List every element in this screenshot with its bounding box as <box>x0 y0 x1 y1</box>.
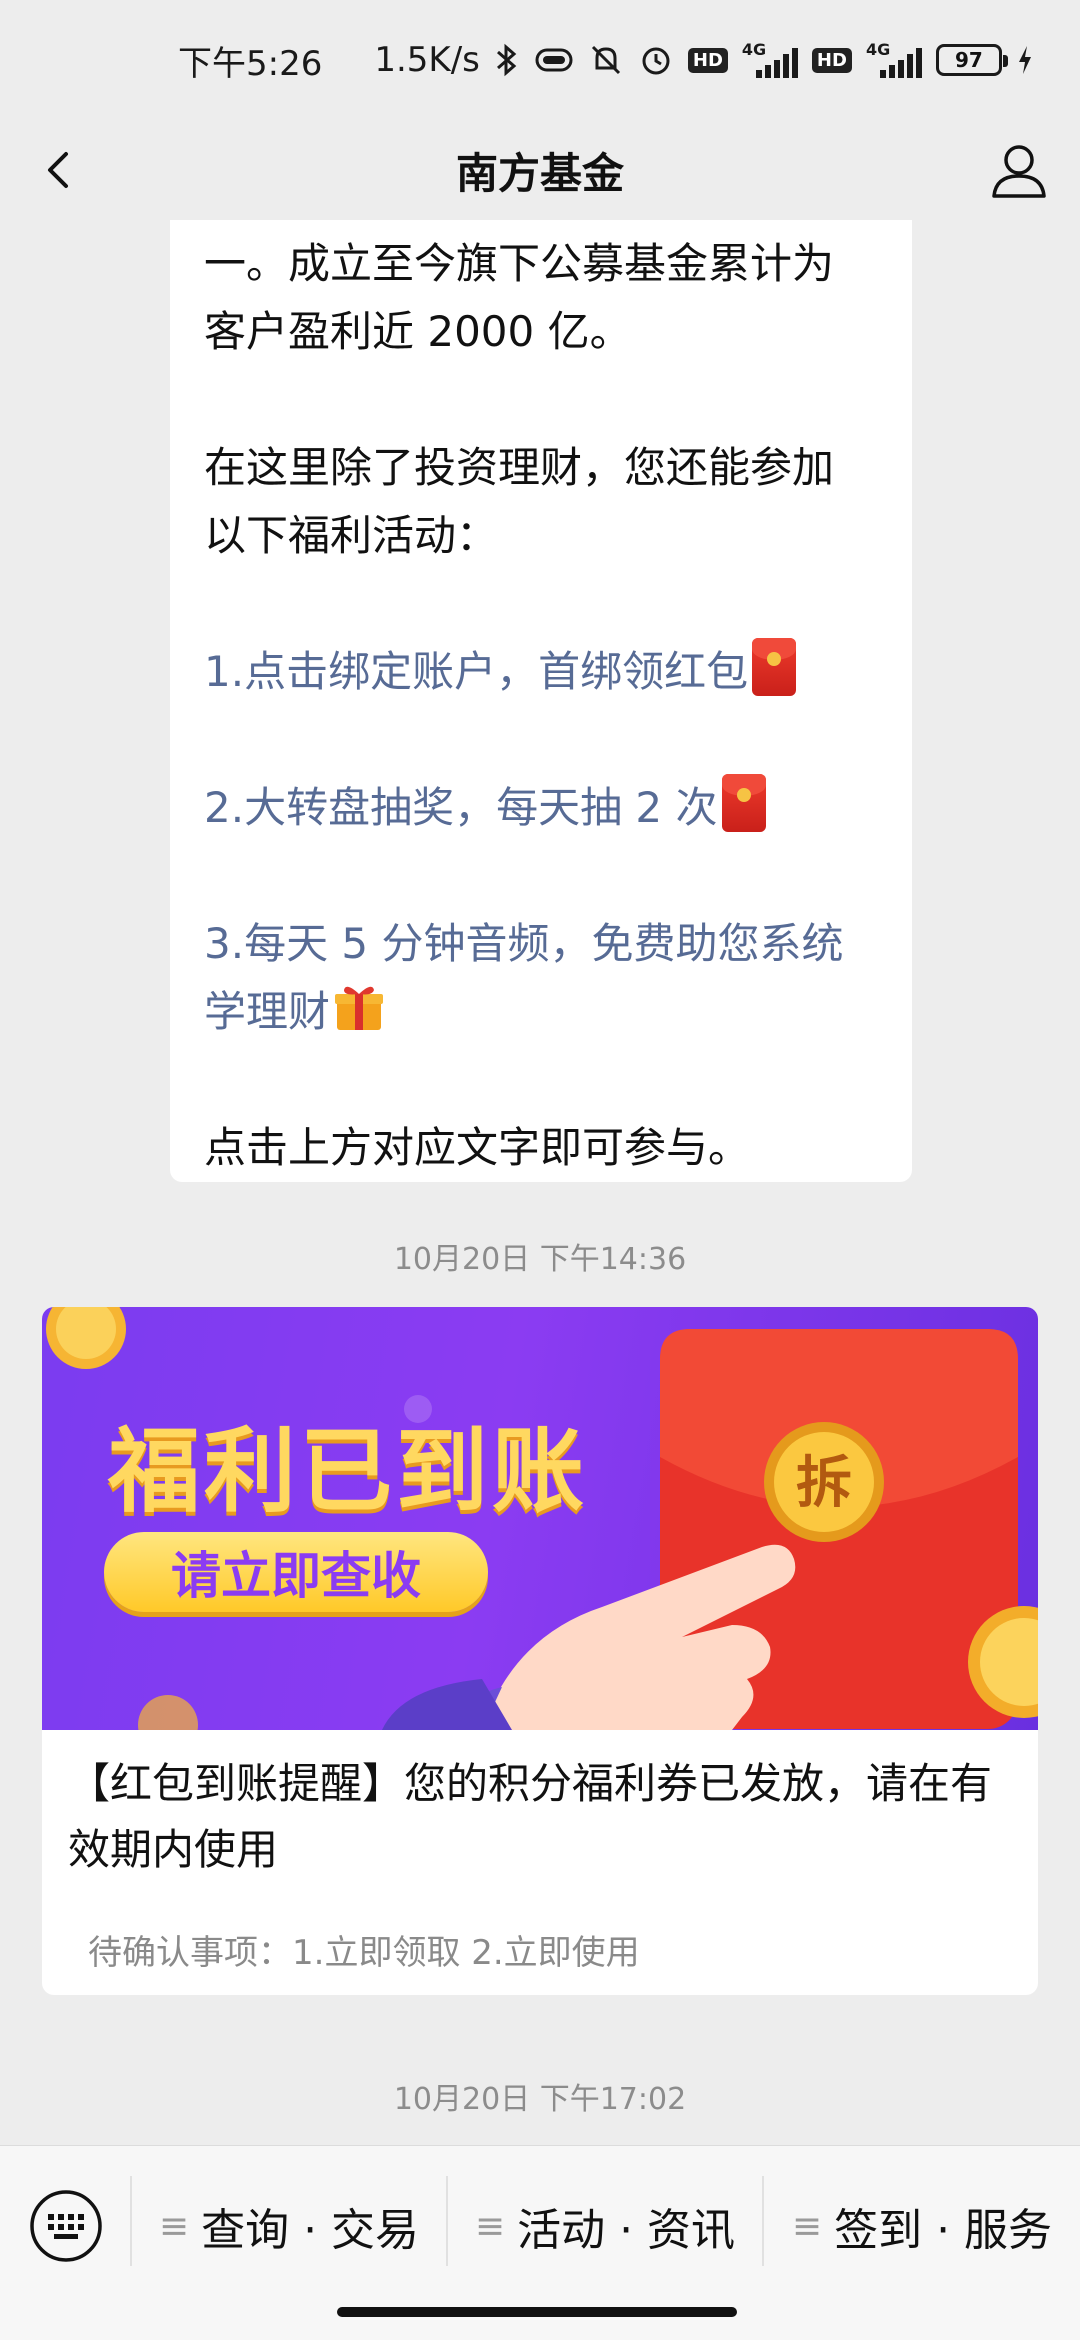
article-subtitle: 待确认事项：1.立即领取 2.立即使用 <box>88 1933 640 1973</box>
menu-item-label: 签到 · 服务 <box>834 2205 1053 2256</box>
gift-icon <box>332 980 386 1034</box>
banner-stamp-text: 拆 <box>796 1451 852 1516</box>
screen: 下午5:26 1.5K/s HD 4G HD 4G 97 南方基金 一。成立至今… <box>0 0 1080 2340</box>
bluetooth-icon <box>494 42 520 78</box>
keyboard-icon <box>30 2190 102 2262</box>
signal-icon-2: 4G <box>866 40 922 78</box>
menu-item-label: 查询 · 交易 <box>201 2205 420 2256</box>
back-button[interactable] <box>30 140 90 200</box>
link-text: 1.点击绑定账户，首绑领红包 <box>204 647 749 696</box>
menu-lines-icon: ≡ <box>474 2205 506 2247</box>
menu-item-label: 活动 · 资讯 <box>517 2205 736 2256</box>
status-icons: HD 4G HD 4G 97 <box>494 40 1034 78</box>
article-title[interactable]: 【红包到账提醒】您的积分福利券已发放，请在有效期内使用 <box>68 1751 1018 1883</box>
link-text: 学理财 <box>204 987 331 1036</box>
article-card[interactable]: 拆 福利已到账 请立即查收 【红包到账提醒】您的积分福利券已发放，请在有效期内使… <box>42 1307 1038 1995</box>
message-text: 以下福利活动： <box>204 511 499 560</box>
timestamp: 10月20日 下午14:36 <box>393 1242 687 1277</box>
page-title: 南方基金 <box>455 148 624 198</box>
mute-bell-icon <box>588 42 624 78</box>
network-speed: 1.5K/s <box>374 40 480 80</box>
timestamp: 10月20日 下午17:02 <box>393 2082 687 2117</box>
message-text: 客户盈利近 2000 亿。 <box>204 307 632 356</box>
message-text: 点击上方对应文字即可参与。 <box>204 1123 751 1172</box>
profile-button[interactable] <box>984 136 1054 206</box>
red-packet-icon <box>752 638 797 696</box>
battery-icon: 97 <box>935 44 1008 76</box>
message-text: 一。成立至今旗下公募基金累计为 <box>204 239 835 288</box>
link-text: 2.大转盘抽奖，每天抽 2 次 <box>204 783 718 832</box>
bind-account-link[interactable]: 1.点击绑定账户，首绑领红包 <box>204 638 878 706</box>
menu-lines-icon: ≡ <box>158 2205 190 2247</box>
nav-bar: 南方基金 <box>0 120 1080 220</box>
banner-title: 福利已到账 <box>108 1418 589 1525</box>
alarm-icon <box>638 42 674 78</box>
chevron-left-icon <box>48 152 68 188</box>
message-bubble: 一。成立至今旗下公募基金累计为 客户盈利近 2000 亿。 在这里除了投资理财，… <box>170 220 912 1182</box>
article-banner[interactable]: 拆 福利已到账 请立即查收 <box>42 1307 1038 1730</box>
menu-lines-icon: ≡ <box>791 2205 823 2247</box>
message-text: 在这里除了投资理财，您还能参加 <box>204 443 835 492</box>
red-packet-icon <box>721 774 766 832</box>
banner-check-button[interactable]: 请立即查收 <box>104 1532 488 1612</box>
hd-badge-1: HD <box>687 47 728 73</box>
charging-icon <box>1016 44 1034 76</box>
lucky-wheel-link[interactable]: 2.大转盘抽奖，每天抽 2 次 <box>204 774 878 842</box>
menu-item-query-trade[interactable]: ≡ 查询 · 交易 <box>132 2176 446 2276</box>
battery-percent: 97 <box>955 48 983 72</box>
audio-course-link[interactable]: 3.每天 5 分钟音频，免费助您系统 学理财 <box>204 910 878 1046</box>
hd-badge-2: HD <box>811 47 852 73</box>
home-indicator[interactable] <box>337 2307 737 2317</box>
vibrate-icon <box>534 45 574 75</box>
keyboard-button[interactable] <box>28 2188 104 2264</box>
menu-item-checkin-service[interactable]: ≡ 签到 · 服务 <box>764 2176 1080 2276</box>
signal-icon-1: 4G <box>742 40 798 78</box>
status-time: 下午5:26 <box>178 43 323 84</box>
link-text: 3.每天 5 分钟音频，免费助您系统 <box>204 919 844 968</box>
menu-item-activity-news[interactable]: ≡ 活动 · 资讯 <box>448 2176 762 2276</box>
status-bar: 下午5:26 1.5K/s HD 4G HD 4G 97 <box>0 0 1080 120</box>
person-icon <box>992 145 1046 198</box>
